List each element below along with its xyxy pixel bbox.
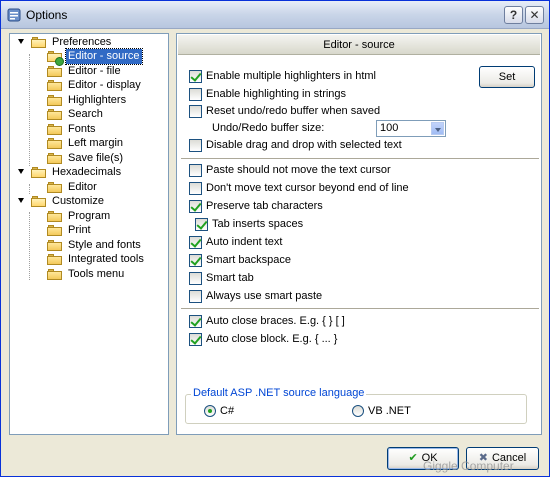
help-button[interactable]: ? (504, 6, 523, 24)
option-label: Auto indent text (206, 236, 283, 248)
folder-icon (47, 95, 63, 106)
tree-item-label: Left margin (68, 137, 124, 149)
buffer-size-value: 100 (380, 122, 399, 134)
editor-source-panel: Editor - source Enable multiple highligh… (176, 33, 542, 435)
folder-icon (47, 240, 63, 251)
checkbox[interactable] (189, 236, 202, 249)
tree-guide-line (29, 54, 30, 166)
folder-icon (47, 182, 63, 193)
folder-open-icon (31, 37, 47, 48)
tree-item-label: Preferences (52, 36, 112, 48)
checkbox[interactable] (189, 70, 202, 83)
folder-open-icon (47, 51, 64, 66)
option-label: Enable multiple highlighters in html (206, 70, 376, 82)
checkbox[interactable] (189, 139, 202, 152)
checkbox[interactable] (189, 164, 202, 177)
tree-item-label: Save file(s) (68, 152, 124, 164)
language-groupbox: Default ASP .NET source language C# VB .… (185, 387, 527, 424)
expand-arrow-icon[interactable] (18, 169, 24, 174)
checkbox[interactable] (189, 88, 202, 101)
folder-icon (47, 254, 63, 265)
folder-icon (47, 109, 63, 120)
watermark-text: Giggle Computer (423, 459, 514, 473)
tree-item-label: Tools menu (68, 268, 125, 280)
tree-item-label: Style and fonts (68, 239, 141, 251)
folder-icon (47, 225, 63, 236)
folder-icon (47, 66, 63, 77)
tree-item-label: Integrated tools (68, 253, 144, 265)
tree-item-label: Editor - file (68, 65, 121, 77)
option-label: Smart tab (206, 272, 254, 284)
option-label: Auto close braces. E.g. { } [ ] (206, 315, 345, 327)
separator (181, 308, 539, 310)
tree-item-label: Print (68, 224, 91, 236)
options-window: Options ? ✕ Preferences Editor - source … (0, 0, 550, 477)
tree-item-label: Customize (52, 195, 104, 207)
tree-guide-line (29, 212, 30, 280)
language-group-title: Default ASP .NET source language (191, 387, 367, 399)
chevron-down-icon[interactable] (431, 122, 444, 135)
buffer-size-label: Undo/Redo buffer size: (212, 122, 325, 134)
folder-icon (47, 80, 63, 91)
folder-icon (47, 153, 63, 164)
tree-item-label: Editor - display (68, 79, 141, 91)
radio-label: VB .NET (368, 405, 411, 417)
close-button[interactable]: ✕ (525, 6, 544, 24)
panel-header: Editor - source (178, 35, 540, 55)
tree-item-label: Search (68, 108, 103, 120)
set-button[interactable]: Set (479, 66, 535, 88)
option-label: Enable highlighting in strings (206, 88, 347, 100)
window-title: Options (26, 8, 68, 22)
tree-item-label: Editor - source (65, 48, 143, 65)
checkbox[interactable] (189, 272, 202, 285)
checkbox[interactable] (189, 290, 202, 303)
options-app-icon (7, 8, 21, 22)
title-bar[interactable]: Options ? ✕ (1, 1, 549, 29)
option-label: Tab inserts spaces (212, 218, 304, 230)
option-label: Paste should not move the text cursor (206, 164, 391, 176)
tree-item-label: Editor (68, 181, 97, 193)
checkbox[interactable] (189, 315, 202, 328)
checkbox[interactable] (189, 200, 202, 213)
folder-icon (47, 211, 63, 222)
checkbox[interactable] (189, 254, 202, 267)
checkbox[interactable] (189, 333, 202, 346)
tree-item-label: Program (68, 210, 111, 222)
radio-button[interactable] (204, 405, 216, 417)
separator (181, 158, 539, 160)
checkbox[interactable] (195, 218, 208, 231)
option-label: Preserve tab characters (206, 200, 323, 212)
expand-arrow-icon[interactable] (18, 39, 24, 44)
buffer-size-select[interactable]: 100 (376, 120, 446, 137)
selected-arrow-icon (55, 57, 64, 66)
checkbox[interactable] (189, 182, 202, 195)
folder-open-icon (31, 196, 47, 207)
radio-label: C# (220, 405, 235, 417)
tree-guide-line (29, 184, 30, 194)
option-label: Auto close block. E.g. { ... } (206, 333, 338, 345)
option-label: Smart backspace (206, 254, 291, 266)
folder-open-icon (31, 167, 47, 178)
options-tree[interactable]: Preferences Editor - source Editor - fil… (9, 33, 169, 435)
tree-item-label: Fonts (68, 123, 96, 135)
option-label: Don't move text cursor beyond end of lin… (206, 182, 409, 194)
option-label: Reset undo/redo buffer when saved (206, 105, 381, 117)
folder-icon (47, 269, 63, 280)
option-label: Always use smart paste (206, 290, 323, 302)
radio-button[interactable] (352, 405, 364, 417)
checkbox[interactable] (189, 105, 202, 118)
expand-arrow-icon[interactable] (18, 198, 24, 203)
checkmark-icon: ✔ (408, 452, 418, 464)
folder-icon (47, 124, 63, 135)
folder-icon (47, 138, 63, 149)
tree-item-label: Highlighters (68, 94, 127, 106)
tree-item-label: Hexadecimals (52, 166, 122, 178)
option-label: Disable drag and drop with selected text (206, 139, 402, 151)
